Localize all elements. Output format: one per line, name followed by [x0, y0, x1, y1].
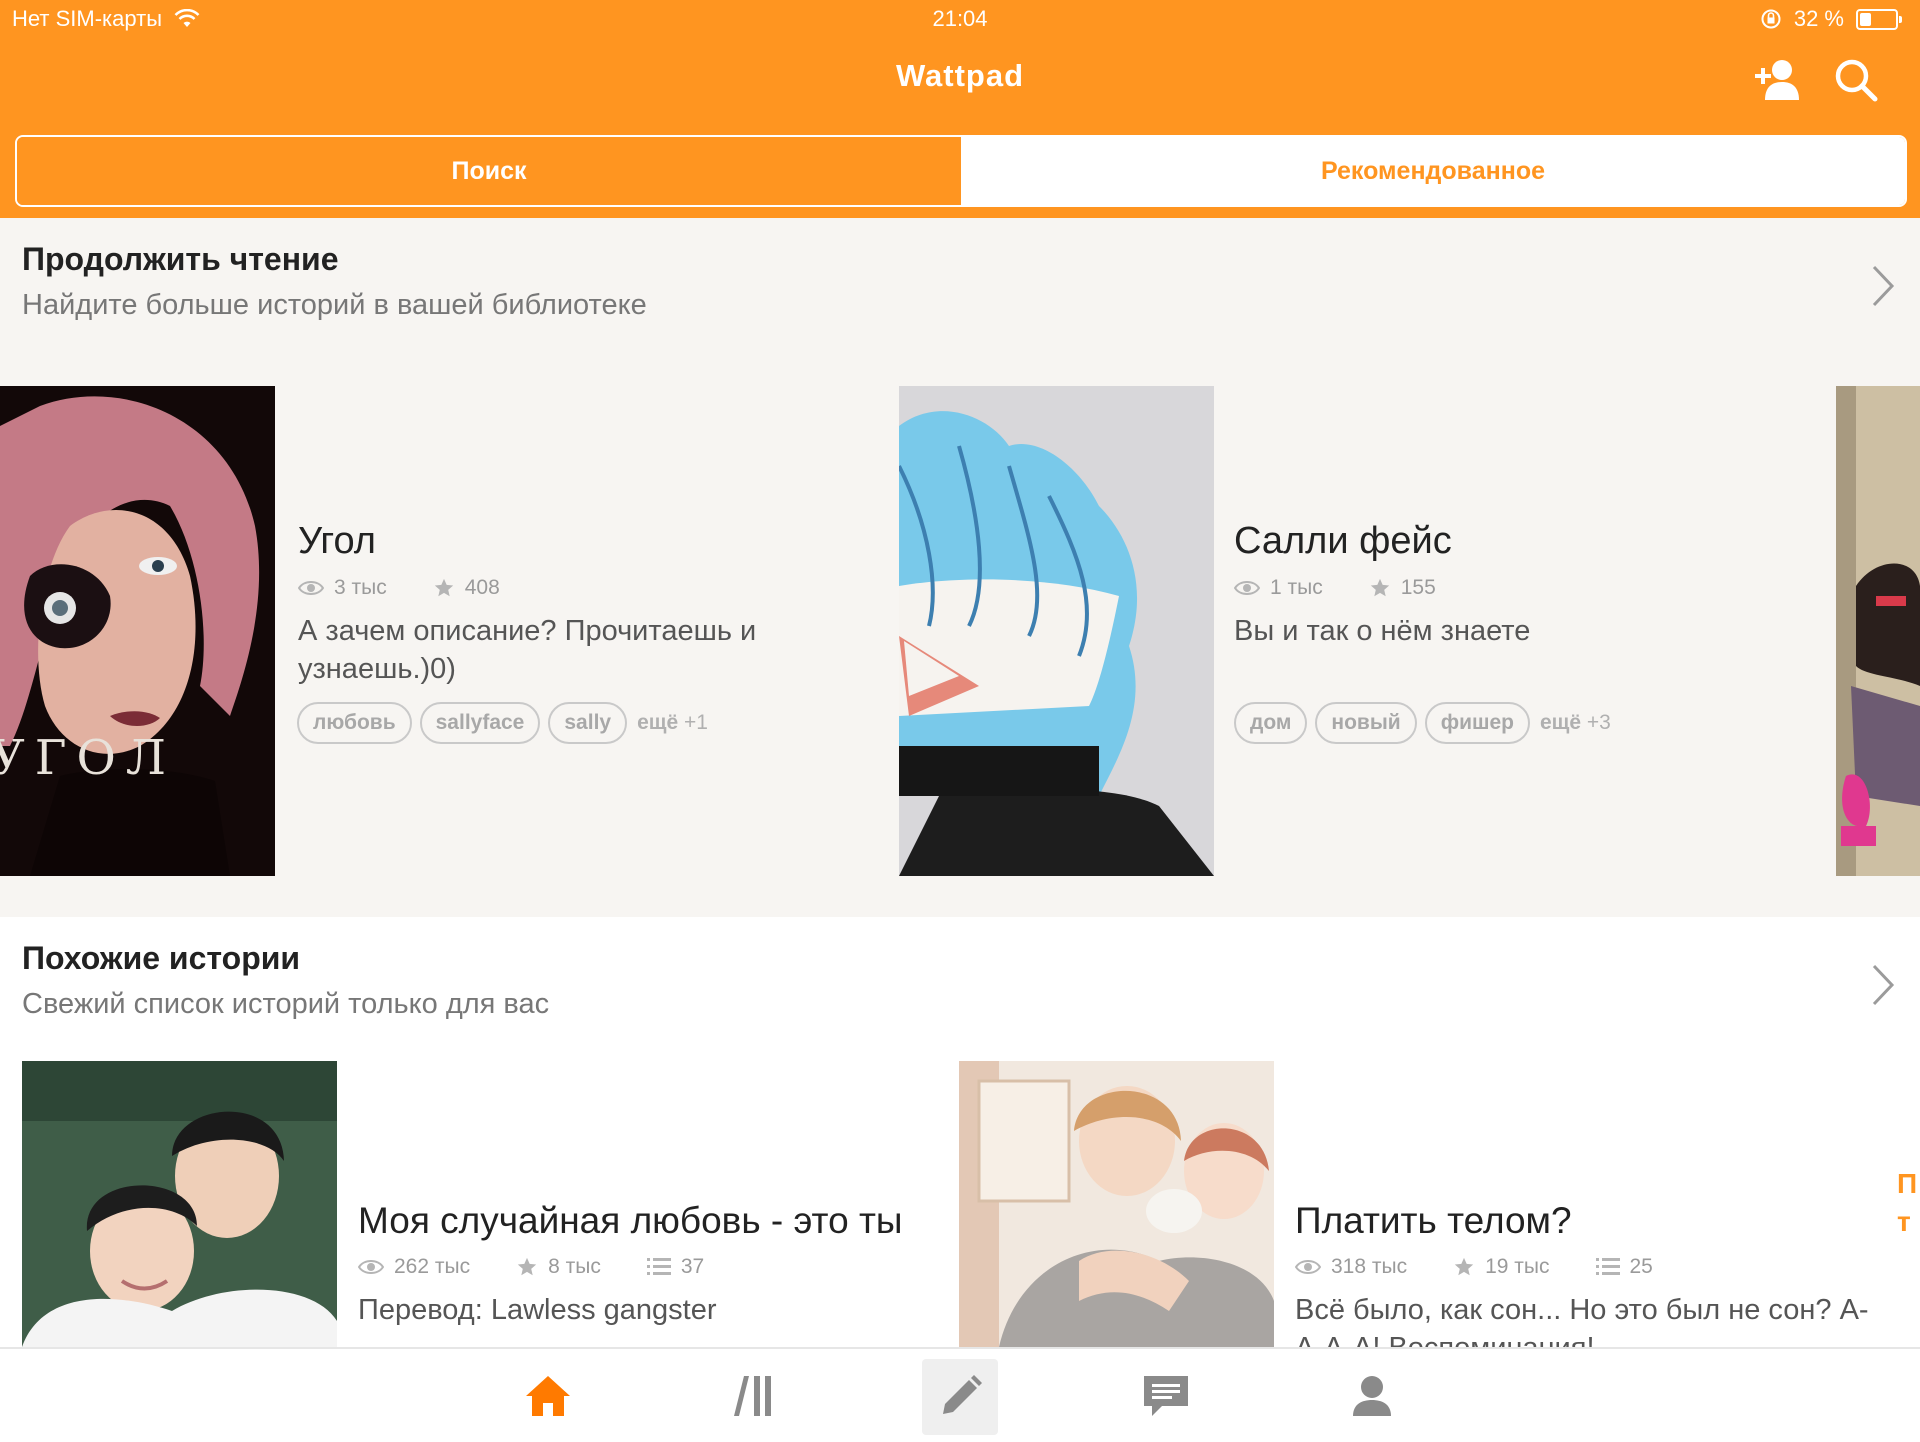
more-tags-link[interactable]: ещё +3 — [1540, 711, 1611, 735]
tab-library[interactable] — [716, 1349, 792, 1442]
tab-recommended[interactable]: Рекомендованное — [961, 137, 1905, 205]
add-friend-icon[interactable] — [1752, 56, 1802, 106]
book-description-random-love: Перевод: Lawless gangster — [358, 1294, 717, 1326]
parts-count: 37 — [680, 1255, 705, 1278]
continue-reading-subtitle: Найдите больше историй в вашей библиотек… — [22, 289, 647, 321]
eye-icon — [1295, 1260, 1321, 1274]
cover-illustration — [22, 1061, 337, 1347]
chevron-right-icon[interactable] — [1868, 960, 1898, 1010]
book-cover-pay-with-body[interactable] — [959, 1061, 1274, 1347]
tab-home[interactable] — [510, 1349, 586, 1442]
star-icon — [1454, 1257, 1474, 1276]
reads-count: 318 тыс — [1331, 1255, 1408, 1278]
tag-pill[interactable]: sally — [548, 702, 628, 744]
tag-pill[interactable]: фишер — [1424, 702, 1530, 744]
book-description-ugol: А зачем описание? Прочитаешь и узнаешь.)… — [298, 615, 757, 685]
book-stats-random-love: 262 тыс 8 тыс 37 — [358, 1255, 704, 1279]
status-time: 21:04 — [932, 6, 988, 31]
tab-write[interactable] — [922, 1359, 998, 1435]
star-icon — [434, 578, 453, 597]
tag-pill[interactable]: любовь — [297, 702, 412, 744]
tab-profile[interactable] — [1334, 1349, 1410, 1442]
book-title-pay-with-body[interactable]: Платить телом? — [1295, 1200, 1572, 1242]
tag-pill[interactable]: дом — [1234, 702, 1308, 744]
eye-icon — [358, 1260, 384, 1274]
tag-pill[interactable]: новый — [1315, 702, 1417, 744]
battery-icon — [1856, 8, 1902, 30]
write-icon — [943, 1375, 982, 1414]
reads-count: 1 тыс — [1270, 576, 1323, 599]
book-description-sally-face: Вы и так о нём знаете — [1234, 615, 1531, 647]
more-tags-link[interactable]: ещё +1 — [637, 711, 708, 735]
segmented-tabs: Поиск Рекомендованное — [15, 135, 1907, 207]
book-stats-pay-with-body: 318 тыс 19 тыс 25 — [1295, 1255, 1653, 1279]
reads-count: 262 тыс — [394, 1255, 471, 1278]
cover-illustration — [959, 1061, 1274, 1347]
bottom-tab-bar — [0, 1347, 1920, 1442]
eye-icon — [1234, 581, 1260, 595]
book-cover-random-love[interactable] — [22, 1061, 337, 1347]
tag-pill[interactable]: sallyface — [419, 702, 541, 744]
book-stats-ugol: 3 тыс 408 — [298, 576, 500, 600]
home-icon — [526, 1375, 570, 1416]
reads-count: 3 тыс — [334, 576, 387, 599]
continue-reading-title: Продолжить чтение — [22, 241, 339, 277]
votes-count: 8 тыс — [548, 1255, 601, 1278]
parts-list-icon — [1595, 1258, 1620, 1275]
book-title-ugol[interactable]: Угол — [298, 520, 376, 563]
search-icon[interactable] — [1831, 56, 1881, 106]
app-title: Wattpad — [895, 58, 1025, 93]
library-icon — [734, 1375, 771, 1416]
battery-percent: 32 % — [1793, 6, 1844, 31]
next-item-peek-1: П — [1897, 1168, 1918, 1199]
book-description-pay-with-body: Всё было, как сон... Но это был не сон? … — [1295, 1294, 1869, 1347]
rotation-lock-icon — [1761, 9, 1781, 29]
cover-illustration — [899, 386, 1214, 876]
votes-count: 19 тыс — [1485, 1255, 1550, 1278]
profile-icon — [1353, 1375, 1391, 1416]
parts-count: 25 — [1629, 1255, 1653, 1278]
tab-messages[interactable] — [1128, 1349, 1204, 1442]
similar-stories-subtitle: Свежий список историй только для вас — [22, 988, 550, 1020]
cover-illustration — [0, 386, 275, 876]
star-icon — [1370, 578, 1389, 597]
tag-list-sally-face: дом новый фишер ещё +3 — [1234, 702, 1611, 744]
book-cover-ugol[interactable]: УГОЛ — [0, 386, 275, 876]
next-item-peek-2: т — [1897, 1206, 1911, 1237]
votes-count: 408 — [464, 576, 500, 599]
votes-count: 155 — [1400, 576, 1436, 599]
messages-icon — [1144, 1375, 1188, 1416]
chevron-right-icon[interactable] — [1868, 261, 1898, 311]
status-right: 32 % — [1760, 6, 1902, 32]
eye-icon — [298, 581, 324, 595]
book-cover-partial[interactable] — [1836, 386, 1920, 876]
similar-stories-title: Похожие истории — [22, 940, 301, 976]
parts-list-icon — [646, 1258, 671, 1275]
tab-search[interactable]: Поиск — [17, 137, 961, 205]
tag-list-ugol: любовь sallyface sally ещё +1 — [297, 702, 708, 744]
book-title-random-love[interactable]: Моя случайная любовь - это ты — [358, 1200, 903, 1242]
book-title-sally-face[interactable]: Салли фейс — [1234, 520, 1452, 563]
star-icon — [517, 1257, 537, 1276]
top-header: Нет SIM-карты 21:04 32 % Wattpad Поиск Р… — [0, 0, 1920, 218]
book-stats-sally-face: 1 тыс 155 — [1234, 576, 1436, 600]
cover-title-text: УГОЛ — [0, 730, 176, 786]
book-cover-sally-face[interactable] — [899, 386, 1214, 876]
cover-illustration — [1836, 386, 1920, 876]
